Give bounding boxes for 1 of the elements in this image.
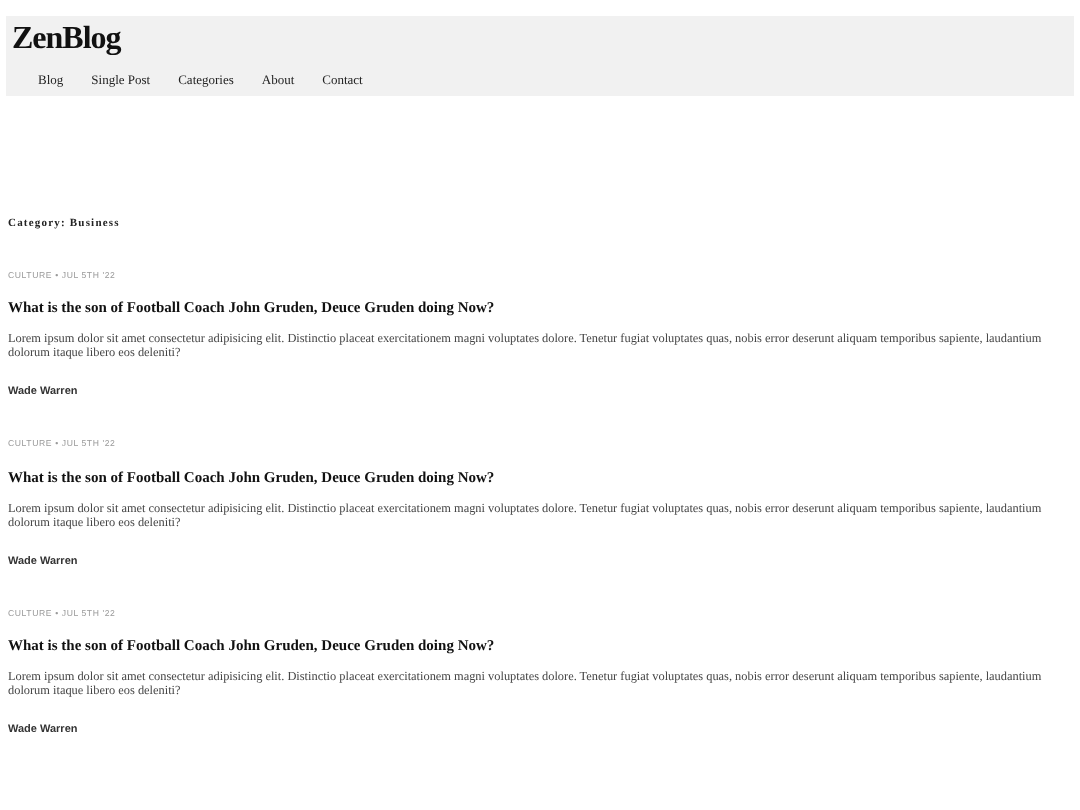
site-logo[interactable]: ZenBlog <box>12 20 1068 60</box>
